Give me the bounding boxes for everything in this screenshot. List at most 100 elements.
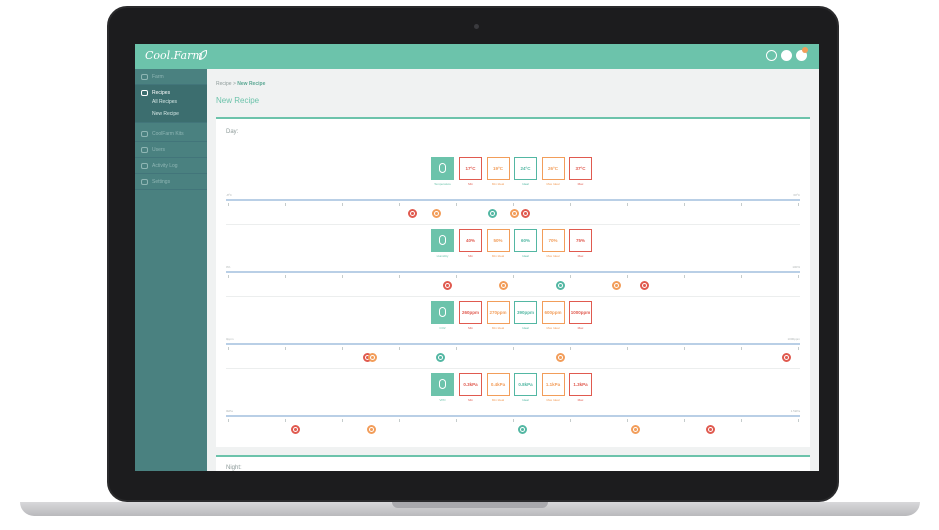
axis-tick: [399, 275, 400, 278]
threshold-value-box[interactable]: 17ºC: [459, 157, 482, 180]
threshold-label: Max Ideal: [546, 326, 560, 330]
threshold-value-box[interactable]: 50%: [486, 229, 510, 252]
threshold-label: Ideal: [522, 398, 529, 402]
slider-handle[interactable]: [408, 209, 417, 218]
threshold-value-box[interactable]: 0.4kPa: [486, 373, 510, 396]
slider-handle[interactable]: [367, 425, 376, 434]
app-screen: Cool.Farm Farm Recipes All Recipes New R…: [135, 44, 819, 471]
sidebar-subitem-all-recipes[interactable]: All Recipes: [152, 98, 177, 106]
slider-handle[interactable]: [368, 353, 377, 362]
slider-handle[interactable]: [518, 425, 527, 434]
axis-tick: [741, 203, 742, 206]
range-slider-track[interactable]: [226, 343, 800, 345]
threshold-label: Min Ideal: [491, 182, 505, 186]
slider-handle[interactable]: [488, 209, 497, 218]
range-slider-track[interactable]: [226, 199, 800, 201]
axis-tick: [399, 419, 400, 422]
slider-handle[interactable]: [291, 425, 300, 434]
param-row: CO2 260ppm Min 270ppm Min Ideal 390ppm Ideal 60…: [216, 301, 810, 371]
breadcrumb-root[interactable]: Recipe: [216, 81, 232, 87]
search-icon[interactable]: [766, 50, 777, 61]
sidebar-item-users[interactable]: Users: [135, 142, 207, 158]
slider-handle[interactable]: [432, 209, 441, 218]
axis-tick: [285, 203, 286, 206]
slider-handle[interactable]: [436, 353, 445, 362]
axis-tick: [456, 275, 457, 278]
row-divider: [226, 368, 800, 369]
threshold-value-box[interactable]: 0.3kPa: [459, 373, 482, 396]
kit-icon: [141, 131, 148, 137]
axis-tick: [798, 347, 799, 350]
leaf-icon: [141, 74, 148, 80]
threshold-value-box[interactable]: 40%: [459, 229, 482, 252]
axis-tick: [285, 347, 286, 350]
axis-tick: [399, 347, 400, 350]
sidebar-item-recipes[interactable]: Recipes All Recipes New Recipe: [135, 85, 207, 123]
threshold-value-box[interactable]: 60%: [514, 229, 537, 252]
axis-tick: [513, 347, 514, 350]
axis-tick: [684, 419, 685, 422]
axis-min-label: -8ºC: [226, 193, 232, 197]
threshold-value-box[interactable]: 600ppm: [541, 301, 565, 324]
threshold-value-box[interactable]: 19ºC: [486, 157, 510, 180]
param-name: VPD: [439, 398, 446, 402]
notification-badge: [802, 47, 808, 53]
threshold-label: Ideal: [522, 326, 529, 330]
range-slider-track[interactable]: [226, 415, 800, 417]
slider-handle[interactable]: [443, 281, 452, 290]
sidebar-subitem-new-recipe[interactable]: New Recipe: [152, 110, 179, 118]
threshold-value-box[interactable]: 260ppm: [459, 301, 482, 324]
axis-tick: [513, 419, 514, 422]
axis-tick: [627, 347, 628, 350]
axis-tick: [570, 203, 571, 206]
slider-handle[interactable]: [510, 209, 519, 218]
axis-max-label: 60ºC: [793, 193, 800, 197]
range-slider-track[interactable]: [226, 271, 800, 273]
slider-handle[interactable]: [499, 281, 508, 290]
sidebar-item-coolfarm-kits[interactable]: CoolFarm Kits: [135, 126, 207, 142]
threshold-value-box[interactable]: 270ppm: [486, 301, 510, 324]
threshold-value-box[interactable]: 26ºC: [541, 157, 565, 180]
app-logo[interactable]: Cool.Farm: [145, 49, 215, 65]
axis-min-label: 0ppm: [226, 337, 234, 341]
slider-handle[interactable]: [612, 281, 621, 290]
axis-tick: [285, 419, 286, 422]
slider-handle[interactable]: [556, 281, 565, 290]
slider-handle[interactable]: [782, 353, 791, 362]
sidebar-item-farm[interactable]: Farm: [135, 69, 207, 85]
cloud-icon: CO2: [431, 301, 454, 330]
slider-handle[interactable]: [640, 281, 649, 290]
slider-handle[interactable]: [556, 353, 565, 362]
sidebar-item-settings[interactable]: Settings: [135, 174, 207, 190]
axis-tick: [627, 275, 628, 278]
threshold-value-box[interactable]: 37ºC: [569, 157, 592, 180]
breadcrumb-current: New Recipe: [237, 81, 266, 87]
axis-tick: [741, 419, 742, 422]
threshold-value-box[interactable]: 24ºC: [514, 157, 537, 180]
globe-icon[interactable]: [781, 50, 792, 61]
threshold-value-box[interactable]: 390ppm: [514, 301, 537, 324]
threshold-label: Ideal: [522, 254, 529, 258]
threshold-value-box[interactable]: 1.3kPa: [569, 373, 592, 396]
axis-tick: [798, 419, 799, 422]
axis-tick: [684, 275, 685, 278]
sidebar-item-activity-log[interactable]: Activity Log: [135, 158, 207, 174]
axis-tick: [570, 275, 571, 278]
slider-handle[interactable]: [706, 425, 715, 434]
threshold-label: Max Ideal: [546, 398, 560, 402]
threshold-value-box[interactable]: 1.1kPa: [541, 373, 565, 396]
threshold-value-box[interactable]: 0.8kPa: [514, 373, 537, 396]
slider-handle[interactable]: [521, 209, 530, 218]
axis-tick: [456, 419, 457, 422]
threshold-value-box[interactable]: 75%: [569, 229, 592, 252]
threshold-value-box[interactable]: 70%: [541, 229, 565, 252]
axis-tick: [342, 419, 343, 422]
param-row: Humidity 40% Min 50% Min Ideal 60% Ideal 70% Max…: [216, 229, 810, 299]
slider-handle[interactable]: [631, 425, 640, 434]
axis-max-label: 1000ppm: [787, 337, 800, 341]
threshold-value-box[interactable]: 1000ppm: [569, 301, 592, 324]
row-divider: [226, 224, 800, 225]
axis-tick: [342, 275, 343, 278]
param-row: Temperature 17ºC Min 19ºC Min Ideal 24ºC Ideal…: [216, 157, 810, 227]
day-label: Day:: [226, 129, 239, 135]
